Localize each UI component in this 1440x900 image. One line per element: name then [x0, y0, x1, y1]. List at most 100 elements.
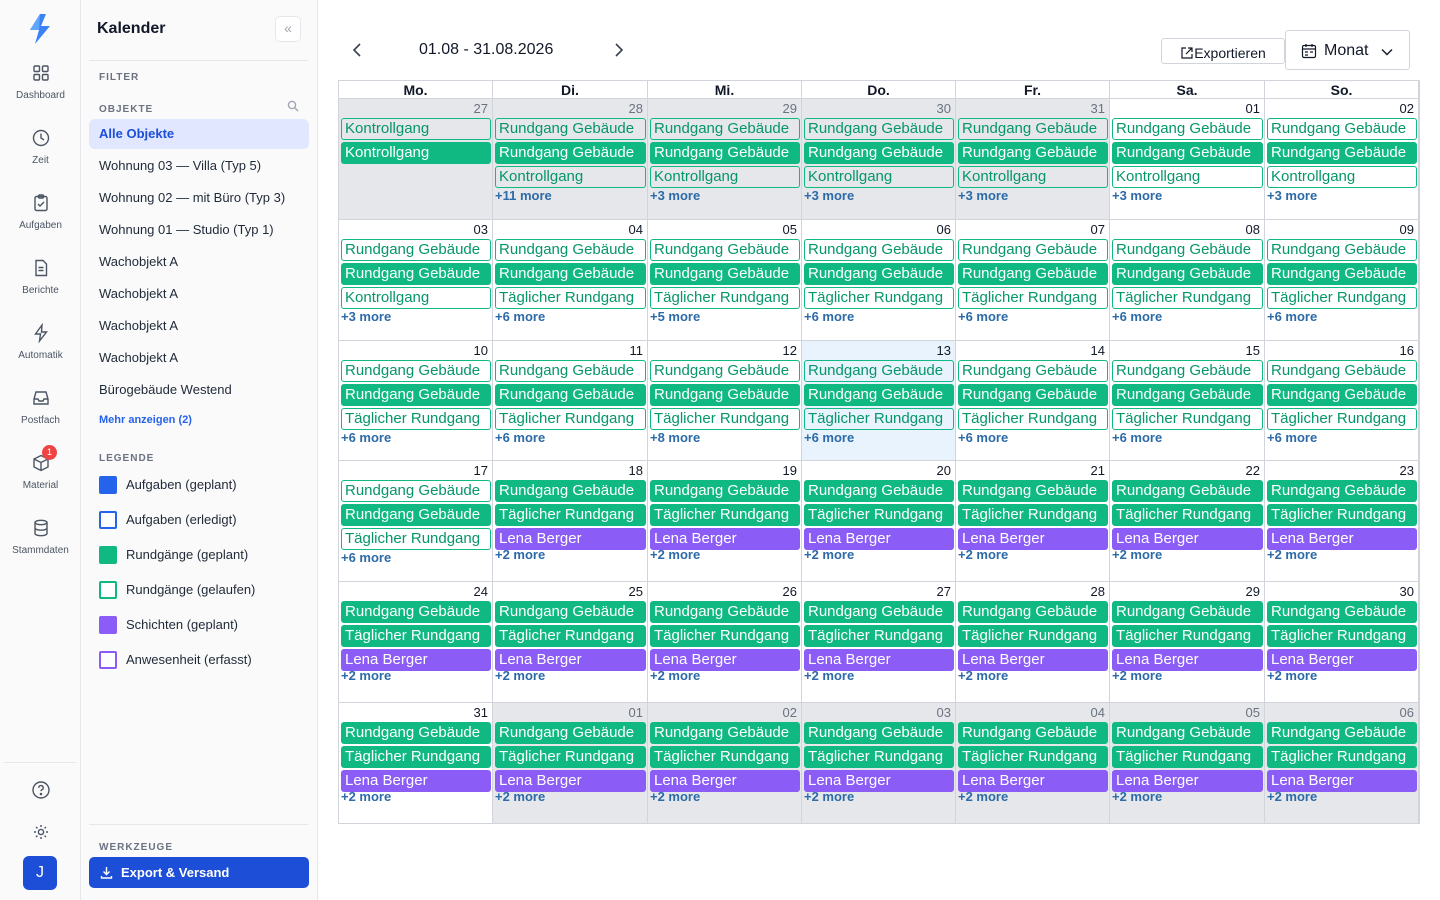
calendar-event[interactable]: Rundgang Gebäude	[958, 383, 1108, 406]
calendar-event[interactable]: Rundgang Gebäude	[804, 480, 954, 503]
more-events-link[interactable]: +6 more	[804, 309, 854, 324]
calendar-event[interactable]: Rundgang Gebäude	[650, 601, 800, 624]
calendar-event[interactable]: Rundgang Gebäude	[495, 238, 646, 261]
day-cell[interactable]: 18 Rundgang Gebäude Täglicher Rundgang Lena…	[493, 461, 648, 583]
more-events-link[interactable]: +3 more	[1112, 188, 1162, 203]
more-events-link[interactable]: +6 more	[341, 430, 391, 445]
day-cell[interactable]: 28 Rundgang Gebäude Täglicher Rundgang Lena…	[956, 582, 1110, 703]
more-events-link[interactable]: +5 more	[650, 309, 700, 324]
calendar-event[interactable]: Täglicher Rundgang	[1267, 286, 1417, 309]
calendar-event[interactable]: Rundgang Gebäude	[650, 238, 800, 261]
calendar-event[interactable]: Täglicher Rundgang	[804, 625, 954, 648]
day-cell[interactable]: 14 Rundgang Gebäude Rundgang Gebäude Täglic…	[956, 340, 1110, 462]
calendar-event[interactable]: Rundgang Gebäude	[958, 359, 1108, 382]
more-events-link[interactable]: +11 more	[495, 188, 552, 203]
calendar-event[interactable]: Rundgang Gebäude	[1112, 238, 1263, 261]
calendar-event[interactable]: Rundgang Gebäude	[650, 142, 800, 164]
calendar-event[interactable]: Rundgang Gebäude	[804, 383, 954, 406]
day-cell[interactable]: 26 Rundgang Gebäude Täglicher Rundgang Lena…	[648, 582, 802, 703]
calendar-event[interactable]: Rundgang Gebäude	[1112, 383, 1263, 406]
object-item[interactable]: Wachobjekt A	[89, 311, 309, 341]
calendar-event[interactable]: Rundgang Gebäude	[1267, 480, 1417, 503]
more-events-link[interactable]: +2 more	[495, 547, 545, 562]
day-cell[interactable]: 31 Rundgang Gebäude Täglicher Rundgang Lena…	[339, 703, 493, 824]
view-select[interactable]: Monat	[1285, 30, 1410, 70]
calendar-event[interactable]: Rundgang Gebäude	[650, 480, 800, 503]
more-events-link[interactable]: +6 more	[495, 430, 545, 445]
calendar-event[interactable]: Rundgang Gebäude	[650, 359, 800, 382]
rail-item-stammdaten[interactable]: Stammdaten	[0, 518, 81, 556]
calendar-event[interactable]: Rundgang Gebäude	[341, 262, 491, 285]
calendar-event[interactable]: Täglicher Rundgang	[650, 504, 800, 527]
calendar-event[interactable]: Kontrollgang	[804, 166, 954, 188]
more-events-link[interactable]: +2 more	[650, 547, 700, 562]
calendar-event[interactable]: Täglicher Rundgang	[341, 746, 491, 768]
more-events-link[interactable]: +2 more	[650, 789, 700, 804]
calendar-event[interactable]: Rundgang Gebäude	[1267, 142, 1417, 164]
calendar-event[interactable]: Rundgang Gebäude	[1267, 601, 1417, 624]
calendar-event[interactable]: Rundgang Gebäude	[341, 504, 491, 527]
calendar-event[interactable]: Täglicher Rundgang	[495, 625, 646, 648]
object-item[interactable]: Alle Objekte	[89, 119, 309, 149]
calendar-event[interactable]: Täglicher Rundgang	[495, 286, 646, 309]
day-cell[interactable]: 11 Rundgang Gebäude Rundgang Gebäude Täglic…	[493, 340, 648, 462]
day-cell[interactable]: 10 Rundgang Gebäude Rundgang Gebäude Täglic…	[339, 340, 493, 462]
more-events-link[interactable]: +6 more	[1112, 430, 1162, 445]
day-cell[interactable]: 06 Rundgang Gebäude Täglicher Rundgang Lena…	[1265, 703, 1419, 824]
calendar-event[interactable]: Rundgang Gebäude	[650, 118, 800, 140]
calendar-event[interactable]: Täglicher Rundgang	[650, 286, 800, 309]
more-events-link[interactable]: +6 more	[804, 430, 854, 445]
calendar-event[interactable]: Rundgang Gebäude	[1112, 118, 1263, 140]
calendar-event[interactable]: Rundgang Gebäude	[341, 480, 491, 503]
calendar-event[interactable]: Rundgang Gebäude	[341, 722, 491, 744]
more-events-link[interactable]: +2 more	[1267, 547, 1317, 562]
calendar-event[interactable]: Rundgang Gebäude	[958, 118, 1108, 140]
calendar-event[interactable]: Täglicher Rundgang	[1112, 407, 1263, 430]
calendar-event[interactable]: Täglicher Rundgang	[495, 746, 646, 768]
more-events-link[interactable]: +8 more	[650, 430, 700, 445]
day-cell[interactable]: 27 Rundgang Gebäude Täglicher Rundgang Lena…	[802, 582, 956, 703]
day-cell[interactable]: 23 Rundgang Gebäude Täglicher Rundgang Lena…	[1265, 461, 1419, 583]
calendar-event[interactable]: Täglicher Rundgang	[650, 625, 800, 648]
day-cell[interactable]: 08 Rundgang Gebäude Rundgang Gebäude Täglic…	[1110, 219, 1265, 341]
calendar-event[interactable]: Kontrollgang	[1112, 166, 1263, 188]
calendar-event[interactable]: Täglicher Rundgang	[804, 746, 954, 768]
calendar-event[interactable]: Rundgang Gebäude	[804, 601, 954, 624]
more-events-link[interactable]: +6 more	[341, 550, 391, 565]
day-cell[interactable]: 16 Rundgang Gebäude Rundgang Gebäude Täglic…	[1265, 340, 1419, 462]
calendar-event[interactable]: Kontrollgang	[341, 286, 491, 309]
more-events-link[interactable]: +2 more	[958, 789, 1008, 804]
day-cell[interactable]: 03 Rundgang Gebäude Rundgang Gebäude Kontro…	[339, 219, 493, 341]
day-cell[interactable]: 28 Rundgang Gebäude Rundgang Gebäude Kontro…	[493, 99, 648, 220]
calendar-event[interactable]: Rundgang Gebäude	[958, 722, 1108, 744]
calendar-event[interactable]: Rundgang Gebäude	[650, 262, 800, 285]
calendar-event[interactable]: Rundgang Gebäude	[1112, 359, 1263, 382]
object-item[interactable]: Wachobjekt A	[89, 247, 309, 277]
calendar-event[interactable]: Täglicher Rundgang	[650, 746, 800, 768]
logo-icon[interactable]	[26, 12, 54, 46]
calendar-event[interactable]: Rundgang Gebäude	[1112, 722, 1263, 744]
more-events-link[interactable]: +2 more	[1267, 789, 1317, 804]
more-events-link[interactable]: +2 more	[495, 668, 545, 683]
more-events-link[interactable]: +2 more	[958, 668, 1008, 683]
more-events-link[interactable]: +6 more	[1267, 309, 1317, 324]
day-cell[interactable]: 02 Rundgang Gebäude Rundgang Gebäude Kontro…	[1265, 99, 1419, 220]
calendar-event[interactable]: Täglicher Rundgang	[804, 286, 954, 309]
calendar-event[interactable]: Rundgang Gebäude	[650, 383, 800, 406]
calendar-event[interactable]: Kontrollgang	[341, 118, 491, 140]
object-item[interactable]: Wohnung 02 — mit Büro (Typ 3)	[89, 183, 309, 213]
more-events-link[interactable]: +6 more	[495, 309, 545, 324]
day-cell[interactable]: 03 Rundgang Gebäude Täglicher Rundgang Lena…	[802, 703, 956, 824]
day-cell[interactable]: 21 Rundgang Gebäude Täglicher Rundgang Lena…	[956, 461, 1110, 583]
day-cell[interactable]: 12 Rundgang Gebäude Rundgang Gebäude Täglic…	[648, 340, 802, 462]
calendar-event[interactable]: Täglicher Rundgang	[958, 407, 1108, 430]
more-events-link[interactable]: +3 more	[958, 188, 1008, 203]
calendar-event[interactable]: Rundgang Gebäude	[804, 118, 954, 140]
rail-item-berichte[interactable]: Berichte	[0, 258, 81, 296]
calendar-event[interactable]: Rundgang Gebäude	[1267, 722, 1417, 744]
calendar-event[interactable]: Rundgang Gebäude	[341, 238, 491, 261]
calendar-event[interactable]: Täglicher Rundgang	[958, 504, 1108, 527]
calendar-event[interactable]: Täglicher Rundgang	[958, 746, 1108, 768]
calendar-event[interactable]: Rundgang Gebäude	[341, 383, 491, 406]
day-cell[interactable]: 30 Rundgang Gebäude Rundgang Gebäude Kontro…	[802, 99, 956, 220]
